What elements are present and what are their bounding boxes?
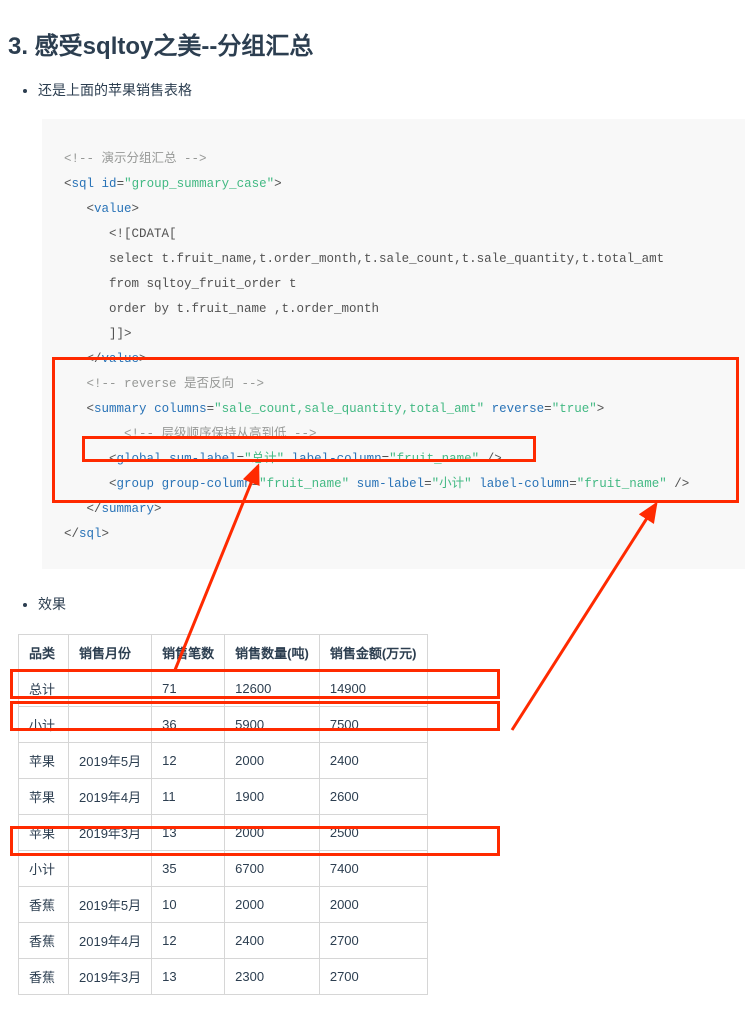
table-cell: 2000: [225, 814, 320, 850]
code-string: "fruit_name": [389, 452, 479, 466]
code-string: "true": [552, 402, 597, 416]
code-text: ]]>: [109, 327, 132, 341]
table-row: 小计 3567007400: [19, 850, 428, 886]
table-row: 香蕉2019年4月1224002700: [19, 922, 428, 958]
table-cell: 2700: [319, 958, 427, 994]
table-cell: 2019年4月: [69, 778, 152, 814]
table-cell: 2019年3月: [69, 958, 152, 994]
code-string: "fruit_name": [577, 477, 667, 491]
code-string: "group_summary_case": [124, 177, 274, 191]
table-cell: 2000: [225, 742, 320, 778]
table-cell: 13: [152, 958, 225, 994]
code-attr: id: [102, 177, 117, 191]
result-table: 品类 销售月份 销售笔数 销售数量(吨) 销售金额(万元) 总计71126001…: [18, 634, 428, 995]
table-cell: 10: [152, 886, 225, 922]
table-cell: 2000: [225, 886, 320, 922]
table-row: 香蕉2019年3月1323002700: [19, 958, 428, 994]
code-tag: sql: [79, 527, 102, 541]
table-cell: 香蕉: [19, 958, 69, 994]
code-tag: global: [117, 452, 162, 466]
table-cell: 7400: [319, 850, 427, 886]
table-cell: 苹果: [19, 814, 69, 850]
table-cell: 2500: [319, 814, 427, 850]
code-text: select t.fruit_name,t.order_month,t.sale…: [109, 252, 664, 266]
table-cell: 总计: [19, 670, 69, 706]
code-attr: sum-label: [169, 452, 237, 466]
table-row: 苹果2019年5月1220002400: [19, 742, 428, 778]
code-string: "小计": [432, 477, 472, 491]
code-attr: columns: [154, 402, 207, 416]
table-row: 苹果2019年4月1119002600: [19, 778, 428, 814]
table-cell: 12600: [225, 670, 320, 706]
table-cell: 2400: [225, 922, 320, 958]
table-row: 总计 711260014900: [19, 670, 428, 706]
code-tag: summary: [94, 402, 147, 416]
result-list: 效果: [8, 593, 745, 615]
code-text: order by t.fruit_name ,t.order_month: [109, 302, 379, 316]
col-header: 销售金额(万元): [319, 634, 427, 670]
code-tag: group: [117, 477, 155, 491]
table-cell: 香蕉: [19, 886, 69, 922]
table-cell: 12: [152, 922, 225, 958]
table-cell: 苹果: [19, 742, 69, 778]
col-header: 销售笔数: [152, 634, 225, 670]
table-cell: 2019年4月: [69, 922, 152, 958]
table-cell: 苹果: [19, 778, 69, 814]
code-comment: <!-- 演示分组汇总 -->: [64, 152, 207, 166]
result-bullet: 效果: [38, 593, 745, 615]
col-header: 销售数量(吨): [225, 634, 320, 670]
code-text: <![CDATA[: [109, 227, 177, 241]
table-cell: [69, 670, 152, 706]
table-cell: 13: [152, 814, 225, 850]
table-cell: 11: [152, 778, 225, 814]
code-tag: summary: [102, 502, 155, 516]
table-cell: 2019年5月: [69, 886, 152, 922]
table-cell: 香蕉: [19, 922, 69, 958]
table-row: 香蕉2019年5月1020002000: [19, 886, 428, 922]
table-row: 小计 3659007500: [19, 706, 428, 742]
code-comment: <!-- reverse 是否反向 -->: [87, 377, 265, 391]
col-header: 品类: [19, 634, 69, 670]
table-cell: 2300: [225, 958, 320, 994]
table-cell: 2019年5月: [69, 742, 152, 778]
code-attr: label-column: [479, 477, 569, 491]
table-cell: 6700: [225, 850, 320, 886]
code-attr: group-column: [162, 477, 252, 491]
table-cell: 2400: [319, 742, 427, 778]
table-cell: 2700: [319, 922, 427, 958]
code-tag: sql: [72, 177, 95, 191]
table-cell: 7500: [319, 706, 427, 742]
code-text: from sqltoy_fruit_order t: [109, 277, 297, 291]
code-string: "总计": [244, 452, 284, 466]
table-cell: 1900: [225, 778, 320, 814]
code-string: "fruit_name": [259, 477, 349, 491]
table-cell: 35: [152, 850, 225, 886]
table-row: 苹果2019年3月1320002500: [19, 814, 428, 850]
table-cell: 12: [152, 742, 225, 778]
code-comment: <!-- 层级顺序保持从高到低 -->: [124, 427, 317, 441]
intro-list: 还是上面的苹果销售表格: [8, 79, 745, 101]
section-heading: 3. 感受sqltoy之美--分组汇总: [8, 26, 745, 61]
code-tag: value: [94, 202, 132, 216]
table-cell: [69, 850, 152, 886]
table-cell: [69, 706, 152, 742]
table-cell: 2000: [319, 886, 427, 922]
code-attr: reverse: [492, 402, 545, 416]
code-attr: sum-label: [357, 477, 425, 491]
table-cell: 小计: [19, 706, 69, 742]
table-cell: 2600: [319, 778, 427, 814]
col-header: 销售月份: [69, 634, 152, 670]
table-cell: 14900: [319, 670, 427, 706]
code-string: "sale_count,sale_quantity,total_amt": [214, 402, 484, 416]
table-cell: 36: [152, 706, 225, 742]
table-cell: 小计: [19, 850, 69, 886]
table-header-row: 品类 销售月份 销售笔数 销售数量(吨) 销售金额(万元): [19, 634, 428, 670]
intro-bullet: 还是上面的苹果销售表格: [38, 79, 745, 101]
table-cell: 5900: [225, 706, 320, 742]
code-attr: label-column: [292, 452, 382, 466]
table-cell: 2019年3月: [69, 814, 152, 850]
code-tag: value: [102, 352, 140, 366]
code-block: <!-- 演示分组汇总 --> <sql id="group_summary_c…: [42, 119, 745, 569]
table-cell: 71: [152, 670, 225, 706]
